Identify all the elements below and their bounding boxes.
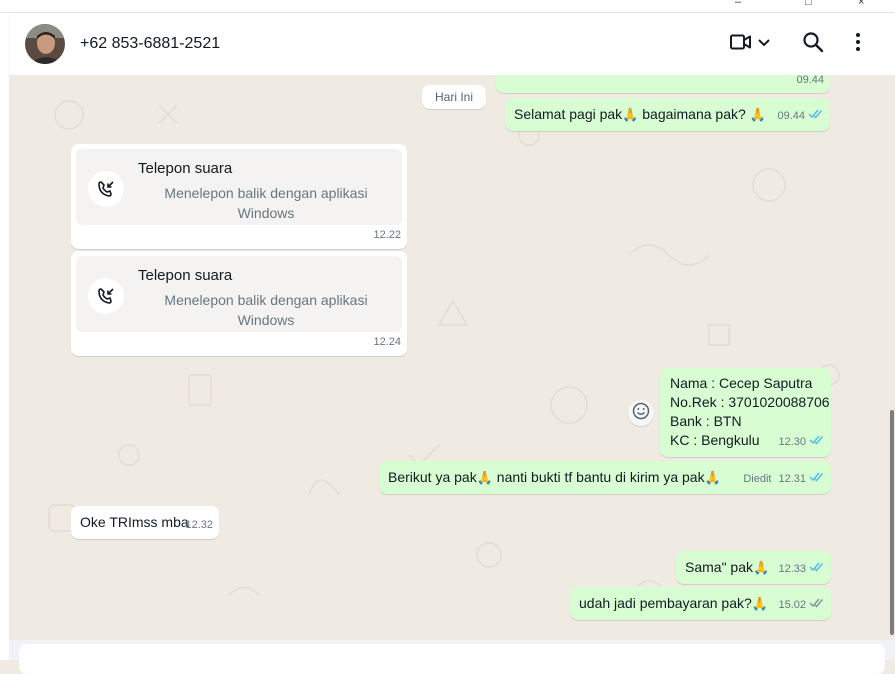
message-text: Berikut ya pak — [388, 469, 477, 485]
avatar[interactable] — [25, 24, 65, 64]
message-time: 09.44 — [777, 110, 805, 122]
more-options-button[interactable] — [855, 32, 861, 56]
call-title: Telepon suara — [138, 160, 233, 177]
message-text: nanti bukti tf bantu di kirim ya pak — [492, 469, 705, 485]
message-time: 12.24 — [373, 336, 401, 348]
message-time: 15.02 — [778, 599, 806, 611]
chevron-down-icon[interactable] — [757, 35, 771, 53]
message-time: 09.44 — [796, 75, 824, 86]
message-line: No.Rek : 3701020088706 — [670, 394, 830, 410]
call-subtitle: Menelepon balik dengan aplikasi Windows — [164, 292, 368, 328]
message-bubble-incoming-call[interactable]: Telepon suara Menelepon balik dengan apl… — [71, 144, 407, 249]
call-title: Telepon suara — [138, 267, 233, 284]
message-bubble-outgoing[interactable]: udah jadi pembayaran pak?🙏 15.02 — [570, 587, 831, 620]
message-time: 12.32 — [185, 519, 213, 531]
message-bubble-outgoing[interactable]: Berikut ya pak🙏 nanti bukti tf bantu di … — [379, 461, 831, 494]
smiley-icon — [632, 402, 650, 425]
message-bubble-outgoing[interactable]: 09.44 — [496, 75, 830, 93]
double-check-read-icon — [809, 433, 825, 452]
more-options-icon — [855, 32, 861, 57]
edited-label: Diedit — [743, 473, 772, 485]
maximize-button[interactable]: □ — [805, 0, 812, 8]
message-composer — [9, 640, 895, 674]
chat-scrollbar[interactable] — [889, 75, 895, 640]
voice-call-card[interactable]: Telepon suara Menelepon balik dengan apl… — [76, 149, 402, 225]
message-bubble-outgoing[interactable]: Selamat pagi pak🙏 bagaimana pak? 🙏 09.44 — [505, 98, 830, 131]
chat-header: +62 853-6881-2521 — [9, 13, 895, 75]
close-window-button[interactable]: × — [858, 0, 864, 8]
scrollbar-thumb[interactable] — [890, 410, 894, 635]
message-line: Nama : Cecep Saputra — [670, 375, 813, 391]
message-time: 12.22 — [373, 229, 401, 241]
voice-call-card[interactable]: Telepon suara Menelepon balik dengan apl… — [76, 256, 402, 332]
folded-hands-emoji: 🙏 — [753, 560, 770, 575]
double-check-read-icon — [809, 560, 825, 579]
folded-hands-emoji: 🙏 — [622, 107, 639, 122]
message-time: 12.33 — [778, 563, 806, 575]
video-call-button[interactable] — [729, 32, 771, 56]
double-check-read-icon — [809, 470, 825, 489]
message-bubble-incoming[interactable]: Oke TRImss mba 12.32 — [71, 506, 219, 539]
missed-call-icon — [88, 171, 124, 207]
search-button[interactable] — [802, 31, 824, 58]
message-time: 12.31 — [778, 473, 806, 485]
double-check-read-icon — [808, 107, 824, 126]
message-text: udah jadi pembayaran pak? — [579, 595, 752, 611]
contact-name[interactable]: +62 853-6881-2521 — [80, 35, 220, 53]
missed-call-icon — [88, 278, 124, 314]
date-chip: Hari Ini — [422, 85, 486, 109]
message-line: Bank : BTN — [670, 413, 742, 429]
message-text: Oke TRImss mba — [80, 514, 189, 530]
message-text: Sama" pak — [685, 559, 754, 575]
message-bubble-outgoing[interactable]: Nama : Cecep Saputra No.Rek : 3701020088… — [660, 368, 831, 457]
message-bubble-incoming-call[interactable]: Telepon suara Menelepon balik dengan apl… — [71, 251, 407, 356]
message-text: Selamat pagi pak — [514, 106, 623, 122]
react-emoji-button[interactable] — [628, 400, 654, 426]
call-subtitle: Menelepon balik dengan aplikasi Windows — [164, 185, 368, 221]
message-time: 12.30 — [778, 436, 806, 448]
message-input[interactable] — [19, 644, 885, 674]
video-call-icon — [729, 32, 753, 57]
folded-hands-emoji: 🙏 — [749, 107, 766, 122]
double-check-delivered-icon — [809, 596, 825, 615]
message-bubble-outgoing[interactable]: Sama" pak🙏 12.33 — [676, 551, 831, 584]
window-titlebar: – □ × — [0, 0, 895, 13]
folded-hands-emoji: 🙏 — [751, 596, 768, 611]
minimize-button[interactable]: – — [735, 0, 741, 8]
folded-hands-emoji: 🙏 — [704, 470, 721, 485]
search-icon — [802, 31, 824, 58]
message-text: bagaimana pak? — [638, 106, 750, 122]
chat-area[interactable]: 09.44 Hari Ini Selamat pagi pak🙏 bagaima… — [9, 75, 889, 640]
folded-hands-emoji: 🙏 — [476, 470, 493, 485]
